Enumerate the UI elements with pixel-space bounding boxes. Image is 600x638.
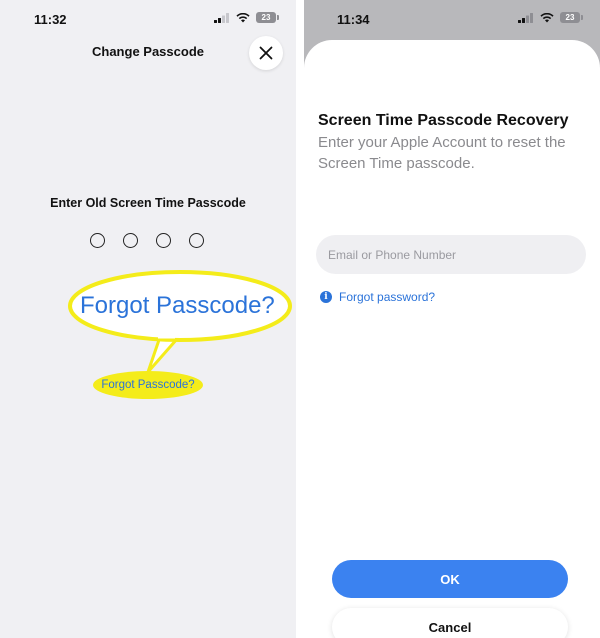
cellular-signal-icon [214,12,229,23]
status-time: 11:34 [337,12,370,27]
sheet-title: Screen Time Passcode Recovery [318,112,569,129]
status-bar: 11:34 23 [304,0,600,36]
ok-button[interactable]: OK [332,560,568,598]
battery-icon: 23 [560,12,583,23]
passcode-dots[interactable] [90,233,204,248]
close-button[interactable] [249,36,283,70]
passcode-dot [123,233,138,248]
info-icon: i [320,291,332,303]
close-icon [259,46,273,60]
passcode-dot [90,233,105,248]
passcode-prompt: Enter Old Screen Time Passcode [50,196,246,210]
passcode-recovery-screen: 11:34 23 Screen Time Passcode Recovery E… [304,0,600,638]
passcode-dot [189,233,204,248]
forgot-passcode-link[interactable]: Forgot Passcode? [101,379,194,391]
battery-icon: 23 [256,12,279,23]
status-icons: 23 [518,12,583,23]
status-time: 11:32 [34,12,67,27]
email-field[interactable] [316,235,586,274]
passcode-dot [156,233,171,248]
forgot-password-link[interactable]: Forgot password? [339,290,435,304]
cancel-button[interactable]: Cancel [332,608,568,638]
wifi-icon [540,12,554,22]
callout-text: Forgot Passcode? [80,292,275,319]
status-bar: 11:32 23 [0,0,296,36]
cellular-signal-icon [518,12,533,23]
highlight-marker: Forgot Passcode? [93,371,203,399]
sheet-subtitle: Enter your Apple Account to reset the Sc… [318,134,566,172]
forgot-password-row[interactable]: i Forgot password? [320,290,435,304]
wifi-icon [236,12,250,22]
recovery-sheet: Screen Time Passcode Recovery Enter your… [304,40,600,638]
change-passcode-screen: 11:32 23 Change Passcode Enter Old Scree… [0,0,296,638]
status-icons: 23 [214,12,279,23]
